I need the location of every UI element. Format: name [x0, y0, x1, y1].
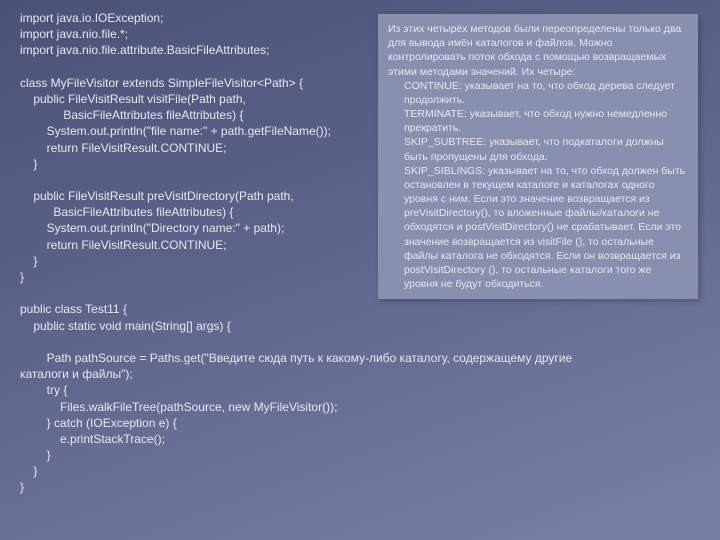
info-terminate: TERMINATE: указывает, что обход нужно не…: [388, 107, 688, 135]
info-box: Из этих четырёх методов были переопредел…: [378, 14, 698, 299]
info-intro: Из этих четырёх методов были переопредел…: [388, 22, 688, 79]
info-skip-subtree: SKIP_SUBTREE: указывает, что подкаталоги…: [388, 135, 688, 163]
info-skip-siblings: SKIP_SIBLINGS: указывает на то, что обхо…: [388, 164, 688, 292]
info-continue: CONTINUE: указывает на то, что обход дер…: [388, 79, 688, 107]
